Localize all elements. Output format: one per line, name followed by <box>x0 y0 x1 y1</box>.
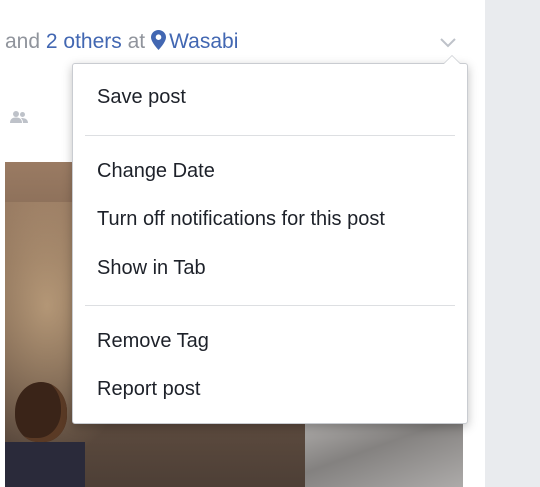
photo-person-shirt <box>5 442 85 487</box>
menu-item-save-post[interactable]: Save post <box>97 86 186 109</box>
menu-item-remove-tag[interactable]: Remove Tag <box>97 330 209 353</box>
header-prefix: and <box>5 30 41 53</box>
menu-item-change-date[interactable]: Change Date <box>97 160 215 183</box>
post-header: and 2 others at Wasabi <box>5 30 238 54</box>
menu-item-show-in-tab[interactable]: Show in Tab <box>97 257 206 280</box>
chevron-down-icon[interactable] <box>438 36 458 50</box>
map-pin-icon <box>151 30 167 50</box>
place-link[interactable]: Wasabi <box>169 30 238 53</box>
friends-icon[interactable] <box>10 110 28 124</box>
menu-item-turn-off-notifications[interactable]: Turn off notifications for this post <box>97 208 385 231</box>
menu-divider <box>85 135 455 136</box>
others-link[interactable]: 2 others <box>46 30 122 53</box>
header-at: at <box>127 30 146 53</box>
menu-divider <box>85 305 455 306</box>
menu-item-report-post[interactable]: Report post <box>97 378 200 401</box>
right-rail <box>485 0 540 487</box>
post-options-menu: Save post Change Date Turn off notificat… <box>72 55 468 424</box>
photo-person <box>15 382 67 442</box>
menu-caret <box>443 55 461 64</box>
